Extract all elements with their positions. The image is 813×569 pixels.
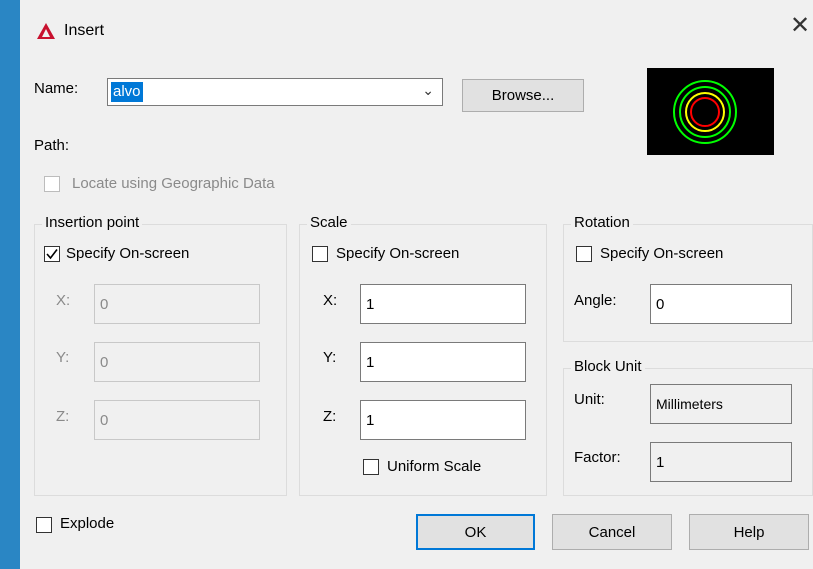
insertion-x-field[interactable]: 0 [94,284,260,324]
close-icon[interactable]: ✕ [790,14,810,38]
explode-checkbox[interactable] [36,517,52,533]
insertion-y-field[interactable]: 0 [94,342,260,382]
ok-button[interactable]: OK [416,514,535,550]
scale-x-field[interactable]: 1 [360,284,526,324]
unit-field: Millimeters [650,384,792,424]
block-preview [647,68,774,155]
insertion-specify-label: Specify On-screen [66,245,190,262]
insert-dialog: Insert ✕ Name: alvo ⌄ Browse... Path: Lo… [20,0,813,569]
scale-legend: Scale [307,214,351,231]
scale-y-field[interactable]: 1 [360,342,526,382]
desktop-background [0,0,20,569]
cancel-button[interactable]: Cancel [552,514,672,550]
scale-x-label: X: [323,292,338,309]
insertion-z-label: Z: [56,408,70,425]
rotation-group [563,224,813,342]
chevron-down-icon[interactable]: ⌄ [422,82,434,99]
scale-z-label: Z: [323,408,337,425]
help-button[interactable]: Help [689,514,809,550]
name-value: alvo [111,82,143,102]
insertion-x-label: X: [56,292,71,309]
geo-label: Locate using Geographic Data [72,175,275,192]
preview-ring-middle [679,86,731,138]
scale-specify-label: Specify On-screen [336,245,460,262]
uniform-scale-checkbox[interactable] [363,459,379,475]
dialog-title: Insert [64,22,105,39]
factor-label: Factor: [574,449,621,466]
name-label: Name: [34,80,79,97]
block-unit-legend: Block Unit [571,358,645,375]
rotation-legend: Rotation [571,214,633,231]
unit-label: Unit: [574,391,605,408]
preview-ring-inner [690,97,720,127]
preview-ring-outer [673,80,737,144]
path-label: Path: [34,137,70,154]
explode-label: Explode [60,515,115,532]
insertion-specify-checkbox[interactable] [44,246,60,262]
factor-field: 1 [650,442,792,482]
angle-field[interactable]: 0 [650,284,792,324]
angle-label: Angle: [574,292,617,309]
browse-button[interactable]: Browse... [462,79,584,112]
insertion-z-field[interactable]: 0 [94,400,260,440]
scale-z-field[interactable]: 1 [360,400,526,440]
uniform-scale-label: Uniform Scale [387,458,482,475]
geo-checkbox[interactable] [44,176,60,192]
insertion-point-legend: Insertion point [42,214,143,231]
autocad-icon [37,23,55,39]
rotation-specify-label: Specify On-screen [600,245,724,262]
insertion-y-label: Y: [56,349,70,366]
scale-y-label: Y: [323,349,337,366]
rotation-specify-checkbox[interactable] [576,246,592,262]
name-combobox[interactable]: alvo ⌄ [107,78,443,106]
checkmark-icon [46,249,58,260]
scale-specify-checkbox[interactable] [312,246,328,262]
